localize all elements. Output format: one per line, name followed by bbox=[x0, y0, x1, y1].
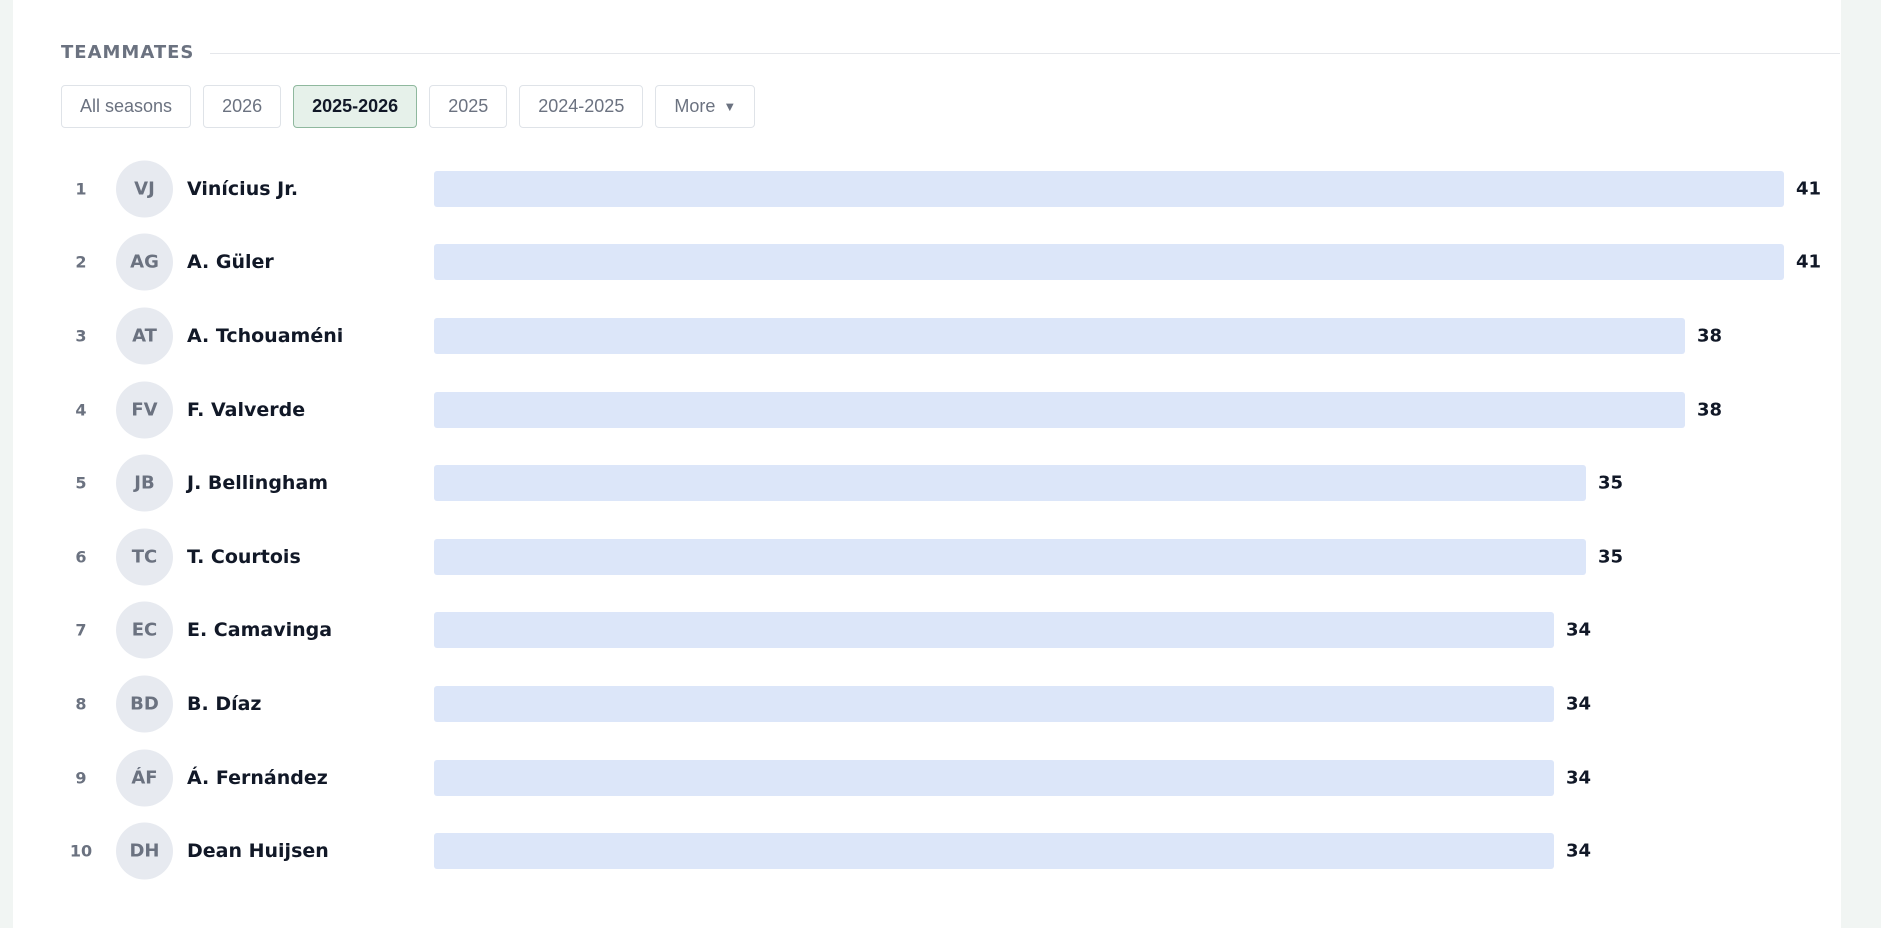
filter-label: 2024-2025 bbox=[538, 96, 625, 116]
value-label: 34 bbox=[1566, 767, 1592, 789]
filter-label: More bbox=[674, 96, 716, 116]
rank-number: 10 bbox=[69, 841, 93, 861]
filter-label: 2025 bbox=[448, 96, 489, 116]
avatar: BD bbox=[116, 675, 173, 733]
teammate-row[interactable]: 8 BD B. Díaz 34 bbox=[61, 667, 1840, 741]
filter-2025[interactable]: 2025 bbox=[429, 85, 508, 128]
value-bar bbox=[434, 538, 1586, 575]
value-bar bbox=[434, 391, 1685, 428]
rank-number: 6 bbox=[75, 547, 87, 567]
player-name[interactable]: A. Güler bbox=[187, 251, 274, 273]
player-name[interactable]: E. Camavinga bbox=[187, 619, 332, 641]
rank-number: 2 bbox=[75, 252, 87, 272]
teammate-row[interactable]: 2 AG A. Güler 41 bbox=[61, 226, 1840, 300]
section-title: TEAMMATES bbox=[61, 42, 195, 63]
bar-track: 38 bbox=[434, 317, 1784, 354]
value-label: 34 bbox=[1566, 693, 1592, 715]
rank-number: 1 bbox=[75, 179, 87, 199]
player-name[interactable]: Á. Fernández bbox=[187, 767, 328, 789]
bar-track: 34 bbox=[434, 612, 1784, 649]
player-name[interactable]: Dean Huijsen bbox=[187, 840, 329, 862]
teammate-row[interactable]: 4 FV F. Valverde 38 bbox=[61, 373, 1840, 447]
teammate-row[interactable]: 9 ÁF Á. Fernández 34 bbox=[61, 741, 1840, 815]
value-bar bbox=[434, 170, 1784, 207]
avatar: TC bbox=[116, 528, 173, 586]
player-name[interactable]: F. Valverde bbox=[187, 399, 305, 421]
section-header: TEAMMATES bbox=[61, 42, 1840, 63]
avatar: VJ bbox=[116, 160, 173, 218]
rank-number: 3 bbox=[75, 326, 87, 346]
filter-2024-2025[interactable]: 2024-2025 bbox=[519, 85, 644, 128]
value-label: 34 bbox=[1566, 619, 1592, 641]
avatar: FV bbox=[116, 381, 173, 439]
player-name[interactable]: B. Díaz bbox=[187, 693, 261, 715]
player-name[interactable]: J. Bellingham bbox=[187, 472, 328, 494]
rank-number: 7 bbox=[75, 620, 87, 640]
filter-more-dropdown[interactable]: More ▼ bbox=[655, 85, 756, 128]
filter-label: 2025-2026 bbox=[312, 96, 399, 116]
value-label: 35 bbox=[1598, 546, 1624, 568]
rank-number: 5 bbox=[75, 473, 87, 493]
value-label: 35 bbox=[1598, 472, 1624, 494]
teammate-row[interactable]: 6 TC T. Courtois 35 bbox=[61, 520, 1840, 594]
value-label: 41 bbox=[1796, 251, 1822, 273]
player-name[interactable]: Vinícius Jr. bbox=[187, 178, 298, 200]
value-bar bbox=[434, 317, 1685, 354]
teammates-card: TEAMMATES All seasons 2026 2025-2026 202… bbox=[13, 0, 1841, 928]
section-divider bbox=[210, 53, 1840, 54]
bar-track: 34 bbox=[434, 833, 1784, 870]
value-label: 34 bbox=[1566, 840, 1592, 862]
value-label: 41 bbox=[1796, 178, 1822, 200]
avatar: DH bbox=[116, 822, 173, 880]
rank-number: 4 bbox=[75, 400, 87, 420]
teammates-list: 1 VJ Vinícius Jr. 41 2 AG A. Güler 41 3 AT A. Tcho… bbox=[61, 152, 1840, 888]
avatar: JB bbox=[116, 454, 173, 512]
teammate-row[interactable]: 5 JB J. Bellingham 35 bbox=[61, 446, 1840, 520]
bar-track: 34 bbox=[434, 759, 1784, 796]
bar-track: 35 bbox=[434, 538, 1784, 575]
avatar: AT bbox=[116, 307, 173, 365]
bar-track: 38 bbox=[434, 391, 1784, 428]
filter-label: 2026 bbox=[222, 96, 263, 116]
value-label: 38 bbox=[1697, 325, 1723, 347]
value-bar bbox=[434, 465, 1586, 502]
avatar: AG bbox=[116, 233, 173, 291]
value-bar bbox=[434, 244, 1784, 281]
bar-track: 41 bbox=[434, 244, 1821, 281]
filter-label: All seasons bbox=[80, 96, 173, 116]
value-bar bbox=[434, 759, 1554, 796]
filter-all-seasons[interactable]: All seasons bbox=[61, 85, 192, 128]
rank-number: 8 bbox=[75, 694, 87, 714]
teammate-row[interactable]: 1 VJ Vinícius Jr. 41 bbox=[61, 152, 1840, 226]
value-bar bbox=[434, 685, 1554, 722]
value-bar bbox=[434, 833, 1554, 870]
player-name[interactable]: T. Courtois bbox=[187, 546, 301, 568]
filter-2026[interactable]: 2026 bbox=[203, 85, 282, 128]
bar-track: 35 bbox=[434, 465, 1784, 502]
player-name[interactable]: A. Tchouaméni bbox=[187, 325, 343, 347]
caret-down-icon: ▼ bbox=[723, 99, 737, 114]
avatar: EC bbox=[116, 601, 173, 659]
avatar: ÁF bbox=[116, 749, 173, 807]
teammate-row[interactable]: 3 AT A. Tchouaméni 38 bbox=[61, 299, 1840, 373]
bar-track: 34 bbox=[434, 685, 1784, 722]
teammate-row[interactable]: 7 EC E. Camavinga 34 bbox=[61, 594, 1840, 668]
season-filters: All seasons 2026 2025-2026 2025 2024-202… bbox=[61, 85, 756, 128]
filter-2025-2026[interactable]: 2025-2026 bbox=[293, 85, 418, 128]
rank-number: 9 bbox=[75, 768, 87, 788]
value-label: 38 bbox=[1697, 399, 1723, 421]
bar-track: 41 bbox=[434, 170, 1821, 207]
teammate-row[interactable]: 10 DH Dean Huijsen 34 bbox=[61, 814, 1840, 888]
value-bar bbox=[434, 612, 1554, 649]
